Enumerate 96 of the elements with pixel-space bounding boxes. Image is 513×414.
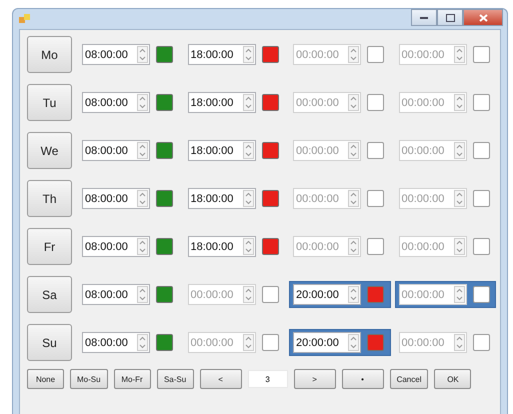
day-button[interactable]: Th [27, 180, 72, 217]
spinner-icon[interactable] [348, 142, 360, 159]
spinner-icon[interactable] [137, 46, 148, 63]
color-swatch[interactable] [156, 94, 174, 111]
time-field[interactable]: 08:00:00 [82, 188, 150, 209]
day-button[interactable]: Sa [27, 276, 72, 313]
time-field[interactable]: 18:00:00 [188, 92, 256, 113]
toolbar-button[interactable]: Sa-Su [156, 369, 194, 389]
spinner-icon[interactable] [242, 142, 254, 159]
day-button[interactable]: We [27, 132, 72, 169]
color-swatch[interactable] [367, 238, 384, 255]
time-field[interactable]: 20:00:00 [293, 332, 362, 353]
spinner-icon[interactable] [348, 94, 360, 111]
day-button[interactable]: Mo [27, 36, 72, 73]
spinner-icon[interactable] [454, 190, 465, 207]
spinner-icon[interactable] [242, 238, 254, 255]
color-swatch[interactable] [156, 142, 174, 159]
spinner-icon[interactable] [242, 286, 254, 303]
spinner-icon[interactable] [137, 94, 148, 111]
spinner-icon[interactable] [242, 94, 254, 111]
time-field[interactable]: 18:00:00 [188, 140, 256, 161]
maximize-icon [446, 14, 454, 22]
color-swatch[interactable] [262, 286, 279, 303]
color-swatch[interactable] [472, 334, 490, 351]
color-swatch[interactable] [156, 190, 174, 207]
color-swatch[interactable] [367, 334, 384, 351]
color-swatch[interactable] [156, 238, 174, 255]
color-swatch[interactable] [262, 46, 279, 63]
spinner-icon[interactable] [348, 286, 360, 303]
color-swatch[interactable] [262, 142, 279, 159]
color-swatch[interactable] [262, 238, 279, 255]
spinner-icon[interactable] [348, 46, 360, 63]
toolbar-button[interactable]: • [342, 369, 384, 389]
spinner-icon[interactable] [454, 142, 465, 159]
color-swatch[interactable] [262, 334, 279, 351]
color-swatch[interactable] [367, 142, 384, 159]
time-field[interactable]: 08:00:00 [82, 44, 150, 65]
color-swatch[interactable] [472, 238, 490, 255]
time-field[interactable]: 18:00:00 [188, 188, 256, 209]
spinner-icon[interactable] [137, 142, 148, 159]
spinner-icon[interactable] [348, 334, 360, 351]
spinner-icon[interactable] [137, 334, 148, 351]
time-field[interactable]: 18:00:00 [188, 44, 256, 65]
color-swatch[interactable] [472, 46, 490, 63]
color-swatch[interactable] [472, 94, 490, 111]
day-button[interactable]: Fr [27, 228, 72, 265]
app-icon [19, 14, 31, 24]
time-field[interactable]: 18:00:00 [188, 236, 256, 257]
color-swatch[interactable] [367, 286, 384, 303]
color-swatch[interactable] [472, 142, 490, 159]
time-field[interactable]: 08:00:00 [82, 332, 150, 353]
spinner-icon[interactable] [348, 238, 360, 255]
time-field[interactable]: 08:00:00 [82, 236, 150, 257]
selected-slot[interactable]: 20:00:00 [289, 329, 391, 356]
day-button[interactable]: Tu [27, 84, 72, 121]
spinner-icon[interactable] [454, 46, 465, 63]
day-button[interactable]: Su [27, 324, 72, 361]
color-swatch[interactable] [472, 190, 490, 207]
toolbar-button[interactable]: OK [434, 369, 472, 389]
spinner-icon[interactable] [137, 286, 148, 303]
toolbar-button[interactable]: Cancel [390, 369, 428, 389]
color-swatch[interactable] [156, 46, 174, 63]
color-swatch[interactable] [367, 46, 384, 63]
spinner-icon[interactable] [137, 238, 148, 255]
close-button[interactable] [463, 9, 503, 26]
spinner-icon[interactable] [242, 190, 254, 207]
color-swatch[interactable] [367, 190, 384, 207]
color-swatch[interactable] [156, 334, 174, 351]
close-icon [478, 14, 488, 22]
spinner-icon[interactable] [454, 334, 465, 351]
spinner-icon[interactable] [242, 334, 254, 351]
time-field[interactable]: 20:00:00 [293, 284, 362, 305]
color-swatch[interactable] [262, 94, 279, 111]
time-field[interactable]: 08:00:00 [82, 92, 150, 113]
color-swatch[interactable] [472, 286, 490, 303]
spinner-icon[interactable] [454, 94, 465, 111]
toolbar-button[interactable]: None [27, 369, 64, 389]
color-swatch[interactable] [156, 286, 174, 303]
spinner-icon[interactable] [137, 190, 148, 207]
toolbar-button[interactable]: < [200, 369, 242, 389]
minimize-icon [420, 16, 428, 18]
number-field[interactable]: 3 [248, 370, 288, 388]
selected-slot[interactable]: 20:00:00 [289, 281, 391, 308]
toolbar-button[interactable]: > [294, 369, 336, 389]
color-swatch[interactable] [367, 94, 384, 111]
toolbar-button[interactable]: Mo-Fr [114, 369, 151, 389]
color-swatch[interactable] [262, 190, 279, 207]
time-field[interactable]: 08:00:00 [82, 140, 150, 161]
spinner-icon[interactable] [454, 286, 465, 303]
maximize-button[interactable] [437, 9, 463, 26]
time-field[interactable]: 08:00:00 [82, 284, 150, 305]
minimize-button[interactable] [411, 9, 437, 26]
toolbar-button[interactable]: Mo-Su [70, 369, 108, 389]
spinner-icon[interactable] [348, 190, 360, 207]
spinner-icon[interactable] [242, 46, 254, 63]
spinner-icon[interactable] [454, 238, 465, 255]
